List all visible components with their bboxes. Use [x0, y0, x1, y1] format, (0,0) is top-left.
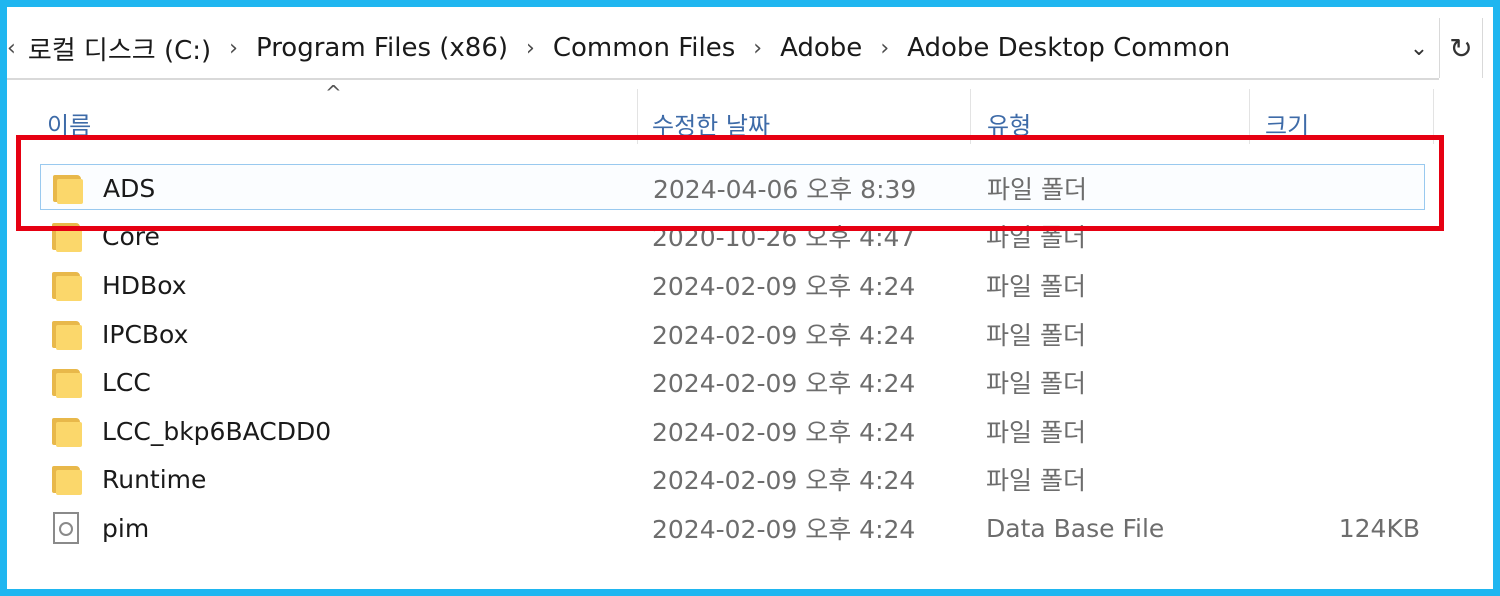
folder-icon	[50, 366, 82, 398]
column-header-name-label: 이름	[47, 112, 92, 140]
breadcrumb-common-files[interactable]: Common Files	[553, 33, 735, 63]
item-size	[1240, 359, 1420, 405]
item-name: HDBox	[102, 270, 187, 300]
column-divider[interactable]	[1433, 89, 1434, 144]
item-type: 파일 폴더	[986, 466, 1086, 495]
folder-icon	[51, 172, 83, 204]
item-name: pim	[102, 513, 150, 543]
breadcrumb: ‹ 로컬 디스크 (C:) › Program Files (x86) › Co…	[7, 18, 1399, 78]
item-date: 2024-04-06 오후 8:39	[653, 175, 917, 204]
chevron-down-icon: ⌄	[1409, 35, 1429, 61]
column-divider[interactable]	[970, 89, 971, 144]
item-name: ADS	[103, 173, 156, 203]
folder-icon	[50, 269, 82, 301]
item-date: 2020-10-26 오후 4:47	[652, 223, 916, 252]
item-size	[1240, 262, 1420, 308]
overflow-chevron-icon[interactable]: ‹	[7, 36, 16, 61]
item-date: 2024-02-09 오후 4:24	[652, 272, 916, 301]
item-date: 2024-02-09 오후 4:24	[652, 466, 916, 495]
list-item-core[interactable]: Core 2020-10-26 오후 4:47 파일 폴더	[40, 213, 1425, 259]
item-type: 파일 폴더	[986, 321, 1086, 350]
item-size	[1240, 213, 1420, 259]
item-date: 2024-02-09 오후 4:24	[652, 515, 916, 544]
list-item-lcc[interactable]: LCC 2024-02-09 오후 4:24 파일 폴더	[40, 359, 1425, 405]
chevron-right-icon[interactable]: ›	[526, 36, 535, 61]
refresh-button[interactable]: ↻	[1439, 18, 1483, 78]
item-date: 2024-02-09 오후 4:24	[652, 369, 916, 398]
item-type: 파일 폴더	[986, 223, 1086, 252]
folder-icon	[50, 415, 82, 447]
list-item-pim[interactable]: pim 2024-02-09 오후 4:24 Data Base File 12…	[40, 505, 1425, 551]
column-divider[interactable]	[637, 89, 638, 144]
column-header-size-label: 크기	[1265, 112, 1310, 140]
column-header-size[interactable]: 크기	[1265, 87, 1435, 147]
item-size	[1240, 456, 1420, 502]
address-bar[interactable]: ‹ 로컬 디스크 (C:) › Program Files (x86) › Co…	[7, 18, 1439, 80]
list-item-ipcbox[interactable]: IPCBox 2024-02-09 오후 4:24 파일 폴더	[40, 311, 1425, 357]
column-header-type-label: 유형	[987, 112, 1032, 140]
item-name: LCC_bkp6BACDD0	[102, 416, 332, 446]
breadcrumb-local-disk[interactable]: 로컬 디스크 (C:)	[28, 30, 211, 67]
column-header-name[interactable]: 이름	[47, 87, 637, 147]
item-date: 2024-02-09 오후 4:24	[652, 321, 916, 350]
item-type: Data Base File	[986, 513, 1165, 543]
column-header-row: ^ 이름 수정한 날짜 유형 크기	[7, 81, 1437, 147]
list-item-runtime[interactable]: Runtime 2024-02-09 오후 4:24 파일 폴더	[40, 456, 1425, 502]
item-name: Runtime	[102, 464, 207, 494]
item-type: 파일 폴더	[986, 272, 1086, 301]
item-name: Core	[102, 221, 160, 251]
column-header-date-label: 수정한 날짜	[652, 112, 771, 140]
refresh-icon: ↻	[1449, 31, 1473, 65]
item-type: 파일 폴더	[986, 418, 1086, 447]
item-name: IPCBox	[102, 319, 189, 349]
list-item-lcc-bkp[interactable]: LCC_bkp6BACDD0 2024-02-09 오후 4:24 파일 폴더	[40, 408, 1425, 454]
breadcrumb-adobe-desktop-common[interactable]: Adobe Desktop Common	[907, 33, 1230, 63]
item-name: LCC	[102, 367, 151, 397]
item-type: 파일 폴더	[986, 369, 1086, 398]
item-size: 124KB	[1338, 513, 1420, 543]
column-divider[interactable]	[1249, 89, 1250, 144]
item-size	[1241, 165, 1421, 211]
file-explorer-window: ‹ 로컬 디스크 (C:) › Program Files (x86) › Co…	[7, 7, 1493, 589]
chevron-right-icon[interactable]: ›	[753, 36, 762, 61]
address-history-dropdown[interactable]: ⌄	[1399, 18, 1439, 78]
list-item-hdbox[interactable]: HDBox 2024-02-09 오후 4:24 파일 폴더	[40, 262, 1425, 308]
list-item-ads[interactable]: ADS 2024-04-06 오후 8:39 파일 폴더	[40, 164, 1425, 210]
column-header-type[interactable]: 유형	[987, 87, 1247, 147]
folder-icon	[50, 318, 82, 350]
item-size	[1240, 311, 1420, 357]
item-date: 2024-02-09 오후 4:24	[652, 418, 916, 447]
column-header-date[interactable]: 수정한 날짜	[652, 87, 970, 147]
item-type: 파일 폴더	[987, 175, 1087, 204]
chevron-right-icon[interactable]: ›	[229, 36, 238, 61]
item-size	[1240, 408, 1420, 454]
folder-icon	[50, 463, 82, 495]
breadcrumb-adobe[interactable]: Adobe	[780, 33, 862, 63]
folder-icon	[50, 220, 82, 252]
database-file-icon	[53, 512, 79, 544]
chevron-right-icon[interactable]: ›	[880, 36, 889, 61]
breadcrumb-program-files-x86[interactable]: Program Files (x86)	[256, 33, 508, 63]
